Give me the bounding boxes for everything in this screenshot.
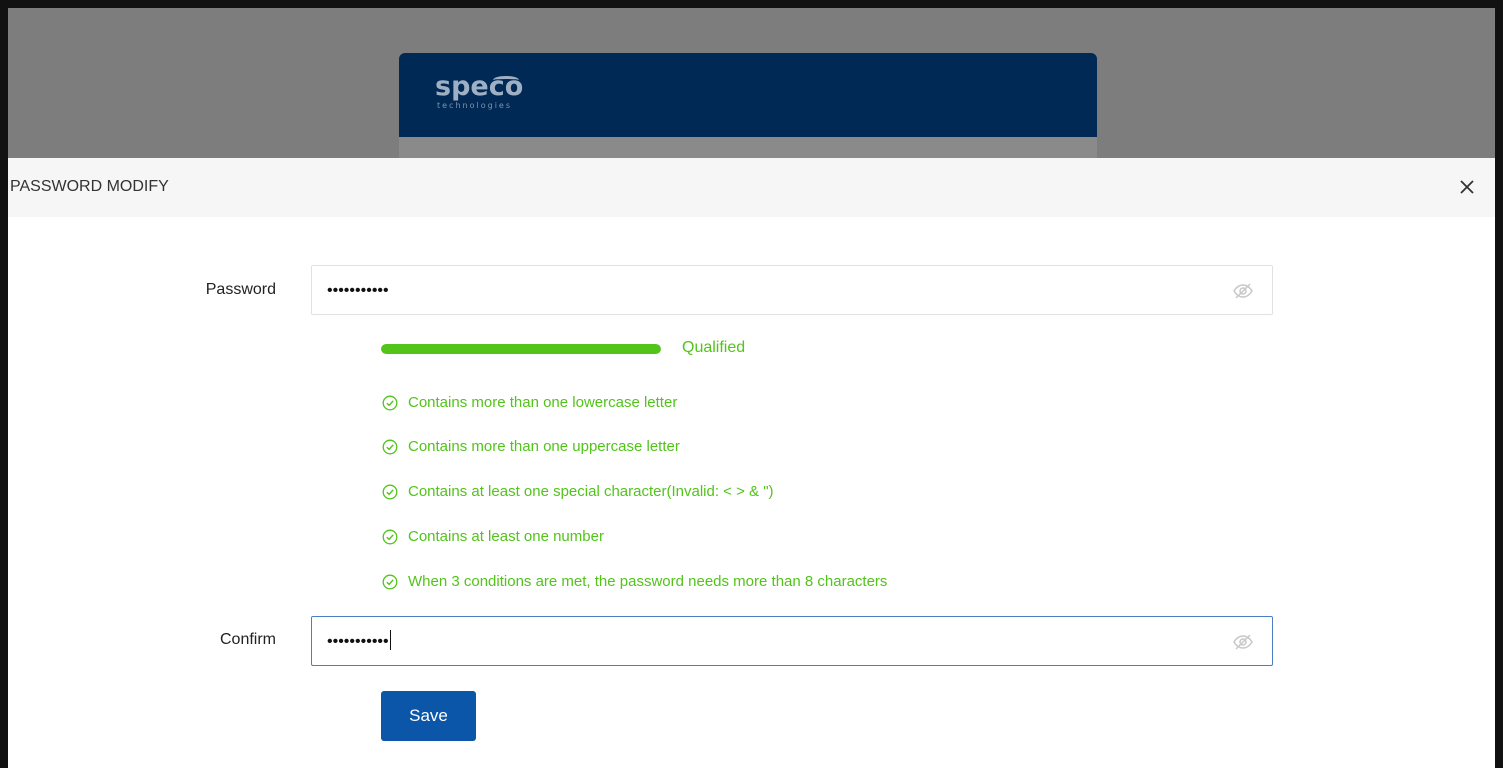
password-visibility-toggle[interactable]	[1232, 280, 1254, 302]
close-button[interactable]	[1453, 173, 1481, 201]
login-card: speco technologies	[399, 53, 1097, 158]
dialog-header: PASSWORD MODIFY	[8, 158, 1495, 217]
confirm-value-text: •••••••••••	[327, 633, 389, 650]
save-button[interactable]: Save	[381, 691, 476, 741]
eye-slash-icon	[1233, 634, 1253, 650]
rule-text: Contains at least one special character(…	[408, 483, 774, 500]
dialog-title: PASSWORD MODIFY	[10, 178, 169, 195]
password-modify-dialog: PASSWORD MODIFY Password ••••••••••• Qua…	[8, 158, 1495, 768]
password-strength-fill	[381, 344, 661, 354]
confirm-value: •••••••••••	[327, 630, 391, 651]
check-circle-icon	[382, 395, 398, 411]
rule-item: When 3 conditions are met, the password …	[382, 573, 887, 590]
login-card-header: speco technologies	[399, 53, 1097, 137]
speco-logo: speco technologies	[435, 73, 523, 111]
text-caret	[389, 630, 391, 651]
confirm-label: Confirm	[219, 631, 276, 648]
rule-text: Contains more than one uppercase letter	[408, 438, 680, 455]
check-circle-icon	[382, 529, 398, 545]
password-strength-bar	[381, 344, 661, 354]
logo-subtext: technologies	[437, 101, 512, 110]
rule-item: Contains at least one special character(…	[382, 483, 774, 500]
check-circle-icon	[382, 439, 398, 455]
eye-slash-icon	[1233, 283, 1253, 299]
rule-item: Contains at least one number	[382, 528, 604, 545]
rule-text: When 3 conditions are met, the password …	[408, 573, 888, 590]
confirm-visibility-toggle[interactable]	[1232, 631, 1254, 653]
rule-item: Contains more than one lowercase letter	[382, 394, 677, 411]
password-strength-label: Qualified	[682, 339, 746, 356]
check-circle-icon	[382, 574, 398, 590]
confirm-password-input[interactable]: •••••••••••	[311, 616, 1273, 666]
password-input[interactable]: •••••••••••	[311, 265, 1273, 315]
password-value: •••••••••••	[327, 282, 389, 299]
app-frame: speco technologies PASSWORD MODIFY Passw…	[8, 8, 1495, 768]
check-circle-icon	[382, 484, 398, 500]
logo-arc	[493, 76, 519, 84]
rule-text: Contains at least one number	[408, 528, 604, 545]
rule-item: Contains more than one uppercase letter	[382, 438, 680, 455]
close-icon	[1460, 180, 1474, 194]
password-label: Password	[205, 281, 276, 298]
rule-text: Contains more than one lowercase letter	[408, 394, 678, 411]
